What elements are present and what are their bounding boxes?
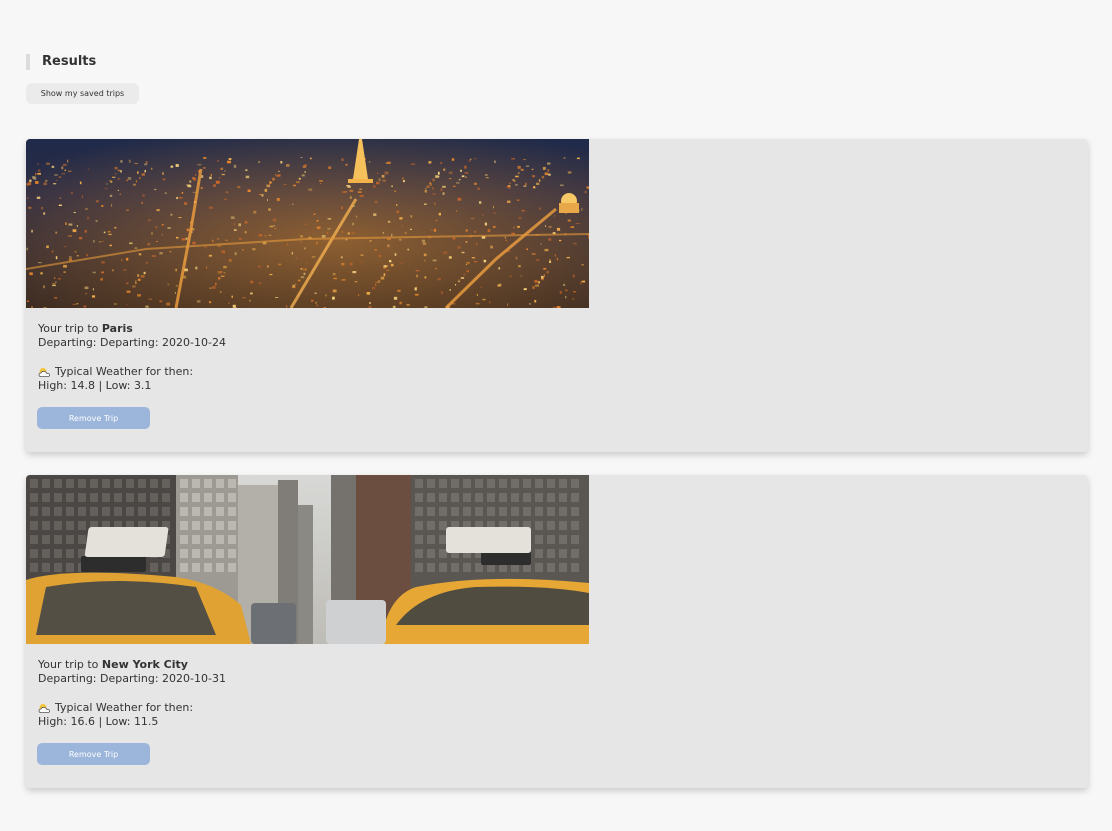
weather-title: Typical Weather for then: [55,365,194,378]
results-heading: Results [26,54,96,70]
weather-title-line: Typical Weather for then: [38,701,226,715]
weather-title: Typical Weather for then: [55,701,194,714]
paris-city-photo [26,139,589,308]
partly-cloudy-icon [38,703,51,713]
trip-prefix: Your trip to [38,658,99,671]
trip-destination-line: Your trip to Paris [38,322,226,336]
remove-trip-button[interactable]: Remove Trip [37,407,150,429]
trip-details: Your trip to New York City Departing: De… [38,658,226,729]
trip-card-paris: Your trip to Paris Departing: Departing:… [26,139,1088,452]
new-york-city-photo [26,475,589,644]
departure-date: Departing: Departing: 2020-10-31 [38,672,226,685]
weather-temps: High: 16.6 | Low: 11.5 [38,715,159,728]
trip-card-new-york-city: Your trip to New York City Departing: De… [26,475,1088,788]
partly-cloudy-icon [38,367,51,377]
show-saved-trips-button[interactable]: Show my saved trips [26,83,139,104]
weather-title-line: Typical Weather for then: [38,365,226,379]
departure-date: Departing: Departing: 2020-10-24 [38,336,226,349]
trip-destination: New York City [101,658,188,671]
trip-details: Your trip to Paris Departing: Departing:… [38,322,226,393]
remove-trip-button[interactable]: Remove Trip [37,743,150,765]
trip-destination: Paris [101,322,133,335]
trip-prefix: Your trip to [38,322,99,335]
trip-destination-line: Your trip to New York City [38,658,226,672]
weather-temps: High: 14.8 | Low: 3.1 [38,379,152,392]
